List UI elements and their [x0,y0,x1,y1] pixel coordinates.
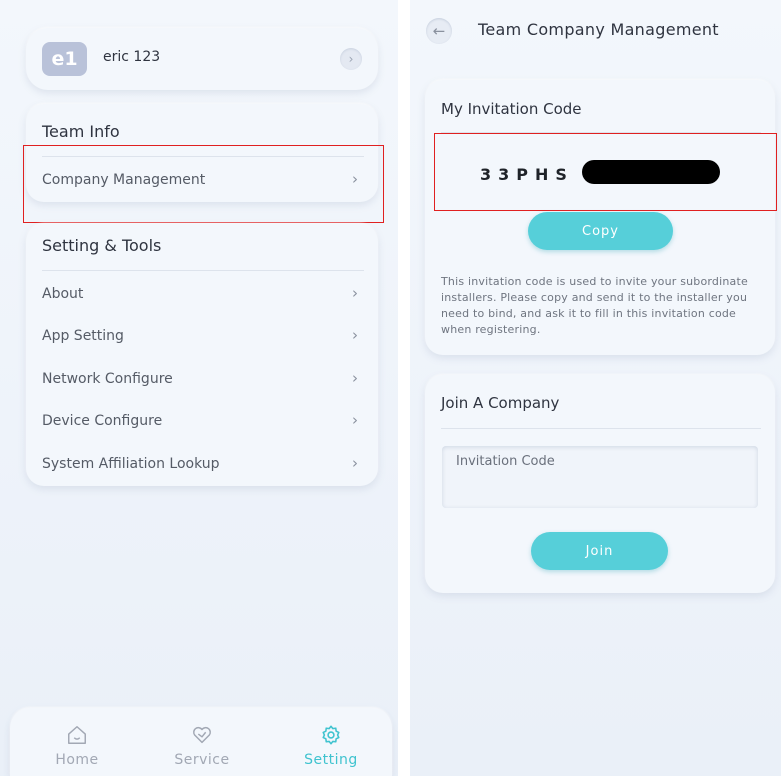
menu-item-network-configure[interactable]: Network Configure › [26,359,378,401]
chevron-right-icon: › [352,170,358,188]
invitation-divider [441,132,761,133]
invitation-code-input[interactable] [442,446,758,508]
join-company-title: Join A Company [441,394,560,412]
nav-setting[interactable]: Setting [286,724,376,768]
menu-item-system-affiliation-lookup[interactable]: System Affiliation Lookup › [26,444,378,486]
page-title: Team Company Management [478,20,719,39]
invitation-description: This invitation code is used to invite y… [441,275,748,336]
settings-divider [42,270,364,271]
menu-item-app-setting[interactable]: App Setting › [26,316,378,358]
gear-icon [322,725,340,745]
menu-item-label: Network Configure [42,371,173,387]
invitation-title: My Invitation Code [441,100,582,118]
team-info-title: Team Info [42,122,120,141]
chevron-right-icon: › [352,411,358,429]
chevron-right-icon: › [352,369,358,387]
profile-arrow-button[interactable]: › [340,48,362,70]
chevron-right-icon: › [352,454,358,472]
chevron-right-icon: › [352,284,358,302]
copy-button[interactable]: Copy [528,212,673,250]
menu-item-label: App Setting [42,328,124,344]
nav-setting-label: Setting [304,752,358,768]
company-management-label: Company Management [42,172,206,188]
avatar: e1 [42,42,87,76]
nav-service-label: Service [174,752,230,768]
menu-item-device-configure[interactable]: Device Configure › [26,401,378,443]
menu-item-label: Device Configure [42,413,163,429]
nav-home[interactable]: Home [32,724,122,768]
chevron-right-icon: › [352,326,358,344]
username: eric 123 [103,49,161,65]
settings-tools-title: Setting & Tools [42,236,162,255]
join-divider [441,428,761,429]
redaction-bar [582,160,720,184]
menu-item-label: About [42,286,84,302]
menu-item-about[interactable]: About › [26,274,378,316]
join-button[interactable]: Join [531,532,668,570]
nav-home-label: Home [55,752,99,768]
team-info-divider [42,156,364,157]
back-button[interactable]: ← [426,18,452,44]
company-management-item[interactable]: Company Management › [26,160,378,202]
home-icon [68,726,86,744]
invitation-code: 33PHS [480,165,574,184]
service-icon [193,726,211,744]
nav-service[interactable]: Service [157,724,247,768]
menu-item-label: System Affiliation Lookup [42,456,220,472]
